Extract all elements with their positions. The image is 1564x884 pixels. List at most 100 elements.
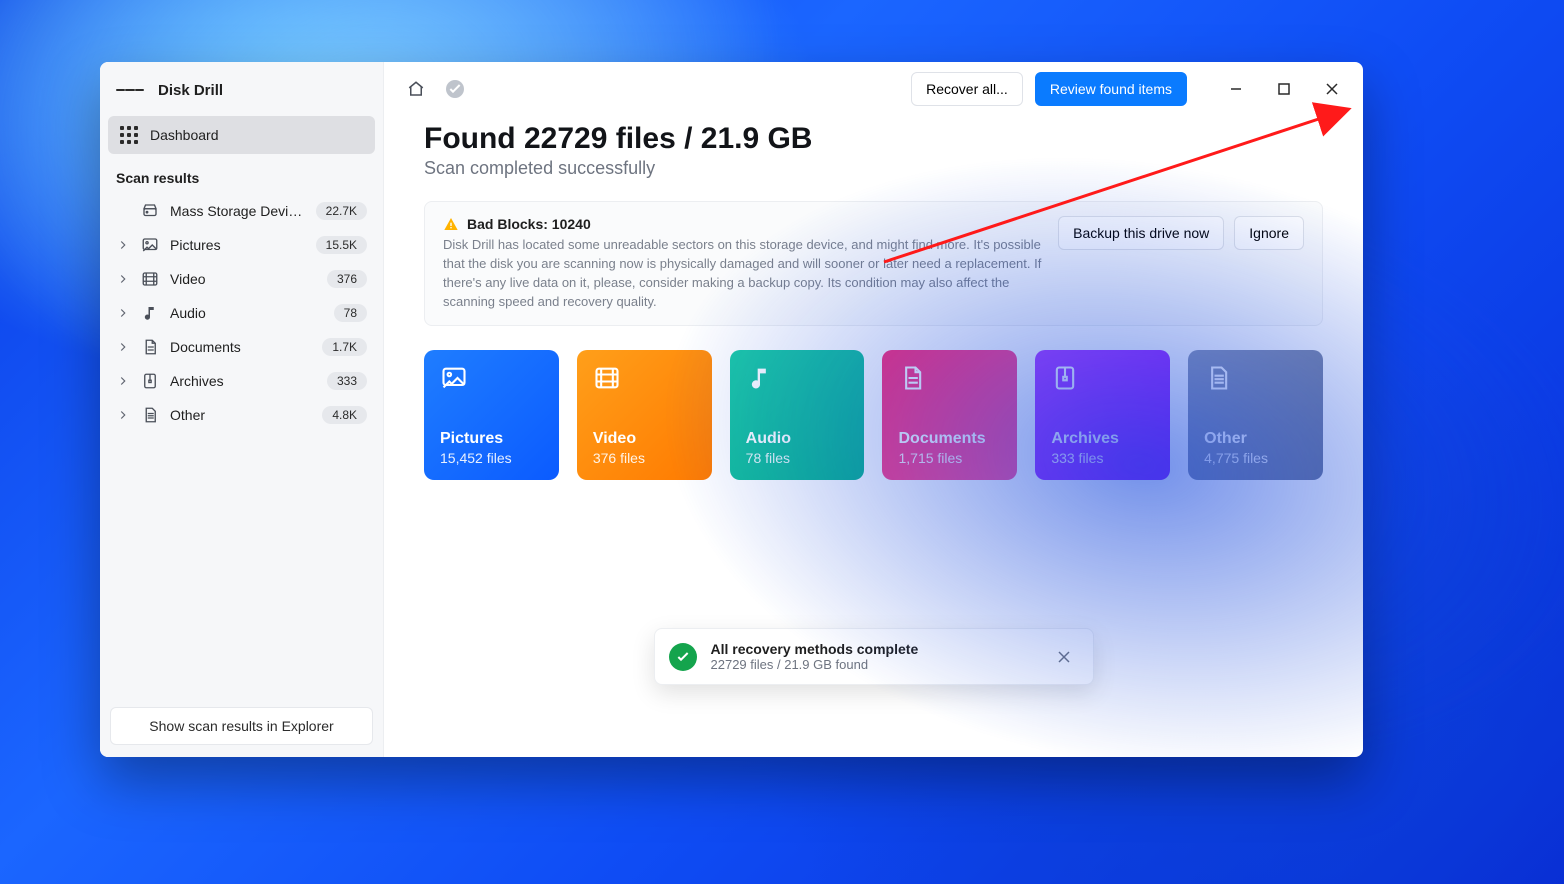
sidebar-item-label: Audio: [170, 305, 324, 321]
close-icon[interactable]: [1049, 642, 1079, 672]
card-title: Archives: [1051, 430, 1154, 448]
archive-icon: [140, 372, 160, 390]
count-badge: 4.8K: [322, 406, 367, 424]
sidebar-item-mass-storage-device-u[interactable]: Mass Storage Device U... 22.7K: [108, 194, 375, 228]
count-badge: 78: [334, 304, 367, 322]
grid-icon: [120, 126, 138, 144]
toast-subtitle: 22729 files / 21.9 GB found: [711, 657, 919, 672]
chevron-right-icon: [116, 305, 130, 321]
headline: Found 22729 files / 21.9 GB: [424, 122, 1323, 156]
sidebar-tree: Mass Storage Device U... 22.7K Pictures 15.…: [100, 194, 383, 440]
archive-icon: [1051, 364, 1154, 392]
count-badge: 376: [327, 270, 367, 288]
recover-all-button[interactable]: Recover all...: [911, 72, 1023, 106]
sidebar-item-label: Other: [170, 407, 312, 423]
document-icon: [140, 338, 160, 356]
category-card-other[interactable]: Other 4,775 files: [1188, 350, 1323, 480]
film-icon: [140, 270, 160, 288]
drive-icon: [140, 202, 160, 220]
document-icon: [898, 364, 1001, 392]
category-cards: Pictures 15,452 files Video 376 files Audio 7…: [424, 350, 1323, 480]
toast-title: All recovery methods complete: [711, 641, 919, 657]
titlebar: Recover all... Review found items: [384, 62, 1363, 116]
card-title: Video: [593, 430, 696, 448]
chevron-right-icon: [116, 237, 130, 253]
alert-actions: Backup this drive now Ignore: [1058, 216, 1304, 250]
category-card-video[interactable]: Video 376 files: [577, 350, 712, 480]
file-icon: [140, 406, 160, 424]
count-badge: 15.5K: [316, 236, 367, 254]
card-subtitle: 15,452 files: [440, 450, 543, 466]
desktop-background: Disk Drill Dashboard Scan results Mass S…: [0, 0, 1564, 884]
sidebar-header: Disk Drill: [100, 62, 383, 116]
count-badge: 22.7K: [316, 202, 367, 220]
music-icon: [746, 364, 849, 392]
sidebar-footer: Show scan results in Explorer: [100, 695, 383, 757]
titlebar-right: Recover all... Review found items: [911, 72, 1355, 106]
chevron-right-icon: [116, 339, 130, 355]
count-badge: 333: [327, 372, 367, 390]
count-badge: 1.7K: [322, 338, 367, 356]
sidebar-section-title: Scan results: [100, 154, 383, 194]
titlebar-left: [402, 75, 464, 103]
category-card-pictures[interactable]: Pictures 15,452 files: [424, 350, 559, 480]
chevron-right-icon: [116, 407, 130, 423]
window-maximize-button[interactable]: [1261, 74, 1307, 104]
window-minimize-button[interactable]: [1213, 74, 1259, 104]
menu-icon[interactable]: [116, 76, 144, 104]
sidebar-item-label: Dashboard: [150, 127, 219, 143]
success-icon: [669, 643, 697, 671]
scan-status-icon: [446, 80, 464, 98]
chevron-right-icon: [116, 373, 130, 389]
home-icon[interactable]: [402, 75, 430, 103]
music-icon: [140, 304, 160, 322]
card-subtitle: 78 files: [746, 450, 849, 466]
category-card-documents[interactable]: Documents 1,715 files: [882, 350, 1017, 480]
file-icon: [1204, 364, 1307, 392]
category-card-audio[interactable]: Audio 78 files: [730, 350, 865, 480]
alert-title: Bad Blocks: 10240: [443, 216, 1044, 232]
sidebar-item-video[interactable]: Video 376: [108, 262, 375, 296]
content: Found 22729 files / 21.9 GB Scan complet…: [384, 116, 1363, 480]
sidebar-item-label: Video: [170, 271, 317, 287]
card-subtitle: 333 files: [1051, 450, 1154, 466]
app-title: Disk Drill: [158, 82, 223, 99]
alert-text: Disk Drill has located some unreadable s…: [443, 236, 1044, 311]
card-title: Audio: [746, 430, 849, 448]
alert-title-text: Bad Blocks: 10240: [467, 216, 591, 232]
card-title: Documents: [898, 430, 1001, 448]
review-found-items-button[interactable]: Review found items: [1035, 72, 1187, 106]
sidebar-item-audio[interactable]: Audio 78: [108, 296, 375, 330]
sidebar-item-pictures[interactable]: Pictures 15.5K: [108, 228, 375, 262]
sidebar-item-documents[interactable]: Documents 1.7K: [108, 330, 375, 364]
card-subtitle: 376 files: [593, 450, 696, 466]
sidebar-item-label: Mass Storage Device U...: [170, 203, 306, 219]
sidebar-item-label: Pictures: [170, 237, 306, 253]
sidebar-item-dashboard[interactable]: Dashboard: [108, 116, 375, 154]
show-in-explorer-button[interactable]: Show scan results in Explorer: [110, 707, 373, 745]
sidebar-item-label: Documents: [170, 339, 312, 355]
ignore-alert-button[interactable]: Ignore: [1234, 216, 1304, 250]
image-icon: [440, 364, 543, 392]
bad-blocks-alert: Bad Blocks: 10240 Disk Drill has located…: [424, 201, 1323, 326]
sidebar-item-label: Archives: [170, 373, 317, 389]
card-title: Pictures: [440, 430, 543, 448]
sidebar: Disk Drill Dashboard Scan results Mass S…: [100, 62, 384, 757]
card-subtitle: 4,775 files: [1204, 450, 1307, 466]
card-title: Other: [1204, 430, 1307, 448]
subheadline: Scan completed successfully: [424, 158, 1323, 179]
sidebar-nav: Dashboard: [100, 116, 383, 154]
completion-toast: All recovery methods complete 22729 file…: [654, 628, 1094, 685]
window-close-button[interactable]: [1309, 74, 1355, 104]
warning-icon: [443, 216, 459, 232]
app-window: Disk Drill Dashboard Scan results Mass S…: [100, 62, 1363, 757]
film-icon: [593, 364, 696, 392]
backup-drive-button[interactable]: Backup this drive now: [1058, 216, 1224, 250]
sidebar-item-archives[interactable]: Archives 333: [108, 364, 375, 398]
main-panel: Recover all... Review found items Found …: [384, 62, 1363, 757]
category-card-archives[interactable]: Archives 333 files: [1035, 350, 1170, 480]
annotation-arrow: [854, 92, 1363, 282]
image-icon: [140, 236, 160, 254]
card-subtitle: 1,715 files: [898, 450, 1001, 466]
sidebar-item-other[interactable]: Other 4.8K: [108, 398, 375, 432]
